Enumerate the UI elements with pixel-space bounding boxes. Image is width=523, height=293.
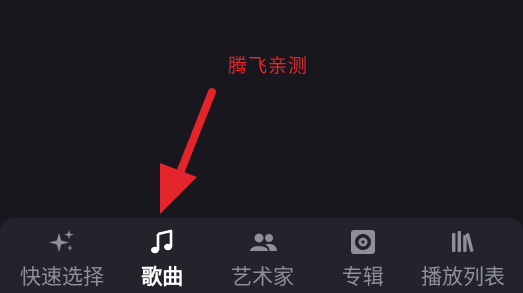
music-app-screen: 腾飞亲测 快速选择 歌曲 艺术家 专辑 播放列表 (0, 0, 523, 293)
album-disc-icon (348, 228, 378, 256)
people-icon (248, 228, 278, 256)
tab-label-songs: 歌曲 (141, 265, 184, 289)
tab-albums[interactable]: 专辑 (315, 218, 411, 293)
sparkles-icon (47, 228, 77, 256)
tab-artists[interactable]: 艺术家 (215, 218, 311, 293)
tab-label-artists: 艺术家 (231, 265, 294, 289)
tab-label-albums: 专辑 (341, 265, 384, 289)
library-icon (448, 228, 478, 256)
bottom-tab-bar: 快速选择 歌曲 艺术家 专辑 播放列表 (0, 218, 523, 293)
tab-playlists[interactable]: 播放列表 (415, 218, 511, 293)
music-note-icon (147, 228, 177, 256)
annotation-text: 腾飞亲测 (228, 55, 309, 77)
tab-quick-select[interactable]: 快速选择 (14, 218, 110, 293)
tab-label-quick-select: 快速选择 (20, 265, 104, 289)
tab-songs[interactable]: 歌曲 (114, 218, 210, 293)
tab-label-playlists: 播放列表 (421, 265, 505, 289)
